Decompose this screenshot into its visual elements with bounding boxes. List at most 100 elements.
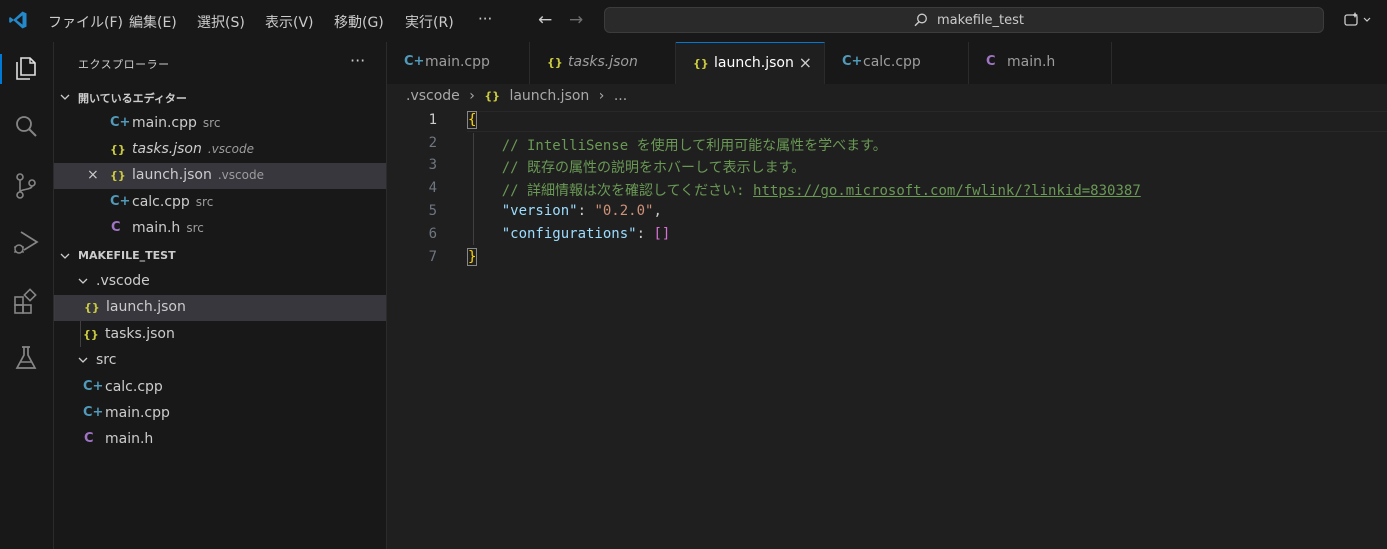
- folder-label: .vscode: [96, 273, 150, 289]
- folder-item[interactable]: src: [54, 348, 386, 374]
- tab-label: main.h: [1007, 54, 1056, 70]
- current-line-highlight: [467, 111, 1387, 132]
- open-editor-item-selected[interactable]: × {} launch.json .vscode: [54, 163, 386, 189]
- menu-selection[interactable]: 選択(S): [197, 12, 245, 32]
- tree-file-item[interactable]: {} tasks.json: [54, 322, 386, 348]
- json-file-icon: {}: [110, 143, 126, 156]
- tab-label: calc.cpp: [863, 54, 921, 70]
- line-number: 2: [428, 135, 437, 151]
- explorer-more-button[interactable]: ···: [350, 51, 365, 70]
- breadcrumb-folder[interactable]: .vscode: [406, 88, 460, 104]
- open-editor-label: main.h src: [132, 220, 204, 236]
- testing-icon[interactable]: [12, 344, 40, 372]
- tab-calc-cpp[interactable]: C+ calc.cpp: [825, 42, 969, 84]
- menu-file[interactable]: ファイル(F): [48, 12, 123, 32]
- explorer-sidebar: エクスプローラー ··· 開いているエディター C+ main.cpp src {…: [54, 42, 387, 549]
- comment: // 詳細情報は次を確認してください:: [501, 183, 754, 199]
- json-string: "0.2.0": [594, 203, 654, 219]
- header-file-icon: C: [986, 54, 996, 69]
- cpp-file-icon: C+: [83, 379, 104, 394]
- open-editor-label: main.cpp src: [132, 115, 221, 131]
- vscode-logo-icon: [9, 11, 27, 29]
- folder-item[interactable]: .vscode: [54, 269, 386, 295]
- menu-go[interactable]: 移動(G): [334, 12, 384, 32]
- open-editor-label: calc.cpp src: [132, 194, 214, 210]
- json-array: []: [653, 226, 671, 242]
- copilot-icon[interactable]: [1343, 11, 1375, 29]
- code-editor[interactable]: 1 2 3 4 5 6 7 { // IntelliSense を使用して利用可…: [387, 110, 1387, 549]
- comment: // 既存の属性の説明をホバーして表示します。: [501, 160, 806, 176]
- tree-file-label: main.h: [105, 431, 154, 447]
- cpp-file-icon: C+: [83, 405, 104, 420]
- tree-file-label: calc.cpp: [105, 379, 163, 395]
- open-editor-item[interactable]: {} tasks.json .vscode: [54, 137, 386, 163]
- code-line: // IntelliSense を使用して利用可能な属性を学べます。: [468, 135, 887, 155]
- activity-bar: [0, 42, 54, 549]
- cpp-file-icon: C+: [110, 194, 131, 209]
- open-editors-label: 開いているエディター: [78, 92, 187, 105]
- search-icon[interactable]: [12, 113, 40, 141]
- cpp-file-icon: C+: [110, 115, 131, 130]
- command-center-search[interactable]: makefile_test: [604, 7, 1324, 33]
- line-number: 7: [428, 249, 437, 265]
- menu-run[interactable]: 実行(R): [405, 12, 454, 32]
- title-bar: ファイル(F) 編集(E) 選択(S) 表示(V) 移動(G) 実行(R) ··…: [0, 0, 1387, 42]
- back-arrow-icon[interactable]: ←: [538, 10, 552, 30]
- search-icon: [914, 13, 927, 27]
- open-editor-label: tasks.json .vscode: [132, 141, 254, 157]
- search-text: makefile_test: [937, 13, 1024, 28]
- json-file-icon: {}: [484, 89, 500, 103]
- code-line: }: [466, 248, 478, 266]
- tab-main-h[interactable]: C main.h: [969, 42, 1112, 84]
- chevron-down-icon: [60, 94, 70, 100]
- json-file-icon: {}: [110, 169, 126, 182]
- line-number: 5: [428, 203, 437, 219]
- editor-tab-bar: C+ main.cpp {} tasks.json {} launch.json…: [387, 42, 1387, 84]
- json-file-icon: {}: [84, 301, 100, 314]
- tree-file-item[interactable]: C main.h: [54, 427, 386, 453]
- tree-file-label: main.cpp: [105, 405, 170, 421]
- comment: // IntelliSense を使用して利用可能な属性を学べます。: [501, 138, 887, 154]
- menu-more-button[interactable]: ···: [478, 10, 492, 28]
- explorer-icon[interactable]: [12, 54, 40, 82]
- tab-main-cpp[interactable]: C+ main.cpp: [387, 42, 530, 84]
- forward-arrow-icon[interactable]: →: [569, 10, 583, 30]
- line-number: 4: [428, 180, 437, 196]
- active-indicator: [0, 54, 2, 84]
- header-file-icon: C: [111, 220, 121, 235]
- source-control-icon[interactable]: [12, 172, 40, 200]
- tab-tasks-json[interactable]: {} tasks.json: [530, 42, 676, 84]
- open-editor-item[interactable]: C+ calc.cpp src: [54, 190, 386, 216]
- extensions-icon[interactable]: [12, 288, 40, 316]
- chevron-down-icon: [78, 278, 88, 284]
- tab-label: tasks.json: [568, 54, 638, 70]
- open-editor-item[interactable]: C main.h src: [54, 216, 386, 242]
- tree-file-item[interactable]: C+ calc.cpp: [54, 375, 386, 401]
- chevron-down-icon: [78, 357, 88, 363]
- breadcrumb-file[interactable]: launch.json: [509, 88, 589, 104]
- tree-file-item-selected[interactable]: {} launch.json: [54, 295, 386, 321]
- chevron-right-icon: ›: [598, 88, 605, 104]
- breadcrumb-symbol[interactable]: ...: [614, 88, 627, 104]
- open-editor-item[interactable]: C+ main.cpp src: [54, 111, 386, 137]
- tree-file-item[interactable]: C+ main.cpp: [54, 401, 386, 427]
- code-line: {: [466, 111, 478, 129]
- json-file-icon: {}: [547, 56, 563, 69]
- cpp-file-icon: C+: [842, 54, 863, 69]
- menu-view[interactable]: 表示(V): [265, 12, 314, 32]
- cpp-file-icon: C+: [404, 54, 425, 69]
- close-icon[interactable]: ×: [799, 53, 812, 72]
- workspace-section-header[interactable]: MAKEFILE_TEST: [54, 245, 386, 267]
- tab-launch-json[interactable]: {} launch.json ×: [676, 42, 825, 84]
- folder-label: src: [96, 352, 117, 368]
- workspace-label: MAKEFILE_TEST: [78, 249, 176, 262]
- comment-link[interactable]: https://go.microsoft.com/fwlink/?linkid=…: [753, 183, 1141, 199]
- code-line: // 既存の属性の説明をホバーして表示します。: [468, 157, 805, 177]
- tab-label: launch.json: [714, 55, 794, 71]
- menu-edit[interactable]: 編集(E): [129, 12, 177, 32]
- json-key: "configurations": [501, 226, 637, 242]
- run-debug-icon[interactable]: [12, 228, 40, 256]
- open-editors-section-header[interactable]: 開いているエディター: [54, 86, 386, 108]
- code-line: "configurations": []: [501, 226, 671, 242]
- close-icon[interactable]: ×: [87, 167, 99, 183]
